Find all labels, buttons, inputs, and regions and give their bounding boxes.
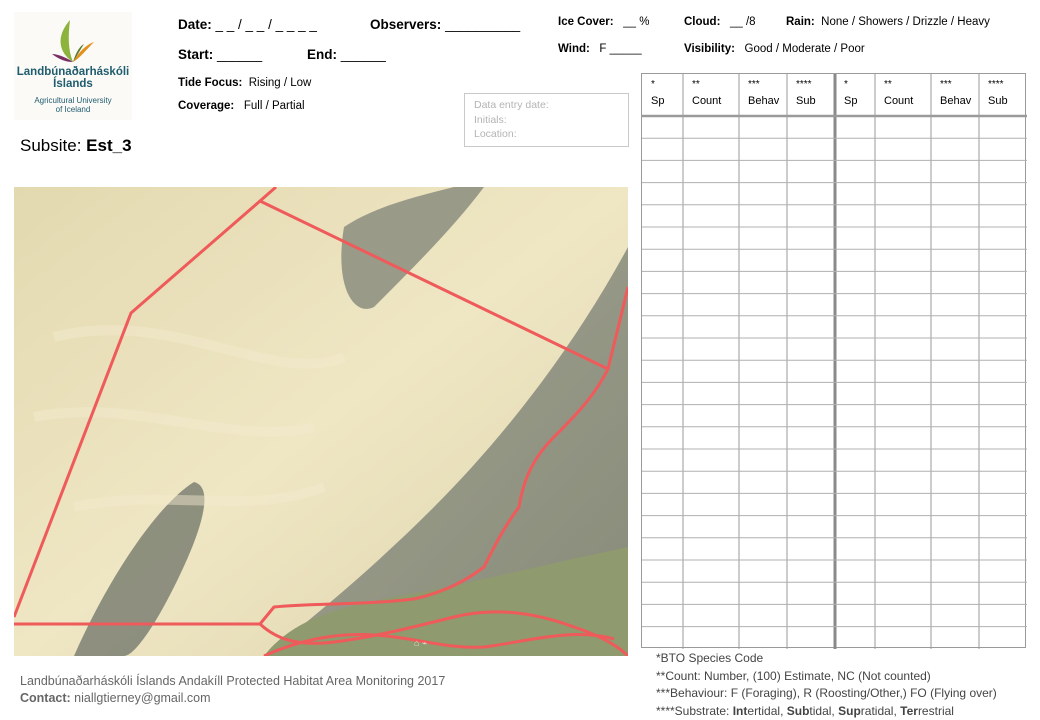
satellite-map[interactable]: ⌂ ⌁ [14,187,628,656]
column-header-sub: Sub [988,95,1008,107]
map-watermark: ⌂ ⌁ [414,638,427,648]
location-label: Location: [474,128,517,140]
end-time-field[interactable]: End: ______ [307,47,386,62]
subsite-value: Est_3 [86,136,132,155]
legend-substrate: ****Substrate: Intertidal, Subtidal, Sup… [656,703,954,718]
column-header-count: Count [884,95,914,107]
subsite-label: Subsite: Est_3 [20,136,132,155]
column-header-sp: Sp [651,95,665,107]
column-header-count: Count [692,95,722,107]
column-footnote-marker: * [844,79,848,90]
tide-focus-field[interactable]: Tide Focus: Rising / Low [178,77,311,89]
ice-cover-field[interactable]: Ice Cover: __ % [558,16,649,28]
leaf-logo-icon [52,20,94,62]
coverage-field[interactable]: Coverage: Full / Partial [178,100,305,112]
start-time-field[interactable]: Start: ______ [178,47,262,62]
column-footnote-marker: **** [796,79,812,90]
contact-line: Contact: niallgtierney@gmail.com [20,691,211,705]
rain-field[interactable]: Rain: None / Showers / Drizzle / Heavy [786,16,990,28]
footer-project: Landbúnaðarháskóli Íslands Andakíll Prot… [20,673,445,707]
observers-field[interactable]: Observers: __________ [370,17,520,32]
legend-species: *BTO Species Code [656,651,764,665]
observation-table[interactable] [641,73,1027,649]
data-entry-date-label: Data entry date: [474,99,549,111]
column-footnote-marker: ** [692,79,700,90]
wind-field[interactable]: Wind: F _____ [558,43,642,55]
column-footnote-marker: * [651,79,655,90]
project-title: Landbúnaðarháskóli Íslands Andakíll Prot… [20,674,446,688]
visibility-field[interactable]: Visibility: Good / Moderate / Poor [684,43,865,55]
column-header-sub: Sub [796,95,816,107]
initials-label: Initials: [474,113,507,126]
logo-name: Landbúnaðarháskóli Íslands [16,66,130,90]
column-header-behav: Behav [748,95,780,107]
table-grid [642,74,1027,649]
column-footnote-marker: *** [940,79,952,90]
university-logo: Landbúnaðarháskóli Íslands Agricultural U… [14,12,132,120]
cloud-field[interactable]: Cloud: __ /8 [684,16,756,28]
column-header-behav: Behav [940,95,972,107]
logo-subtitle: Agricultural University of Iceland [34,96,112,114]
code-legend: *BTO Species Code **Count: Number, (100)… [656,650,997,720]
column-footnote-marker: *** [748,79,760,90]
column-footnote-marker: ** [884,79,892,90]
column-footnote-marker: **** [988,79,1004,90]
date-field[interactable]: Date: _ _ / _ _ / _ _ _ _ [178,17,317,32]
data-entry-box[interactable]: Data entry date: Initials: Location: [464,93,629,147]
map-image: ⌂ ⌁ [14,187,628,656]
legend-count: **Count: Number, (100) Estimate, NC (Not… [656,668,931,683]
legend-behaviour: ***Behaviour: F (Foraging), R (Roosting/… [656,686,997,700]
column-header-sp: Sp [844,95,858,107]
contact-email[interactable]: niallgtierney@gmail.com [71,691,210,705]
